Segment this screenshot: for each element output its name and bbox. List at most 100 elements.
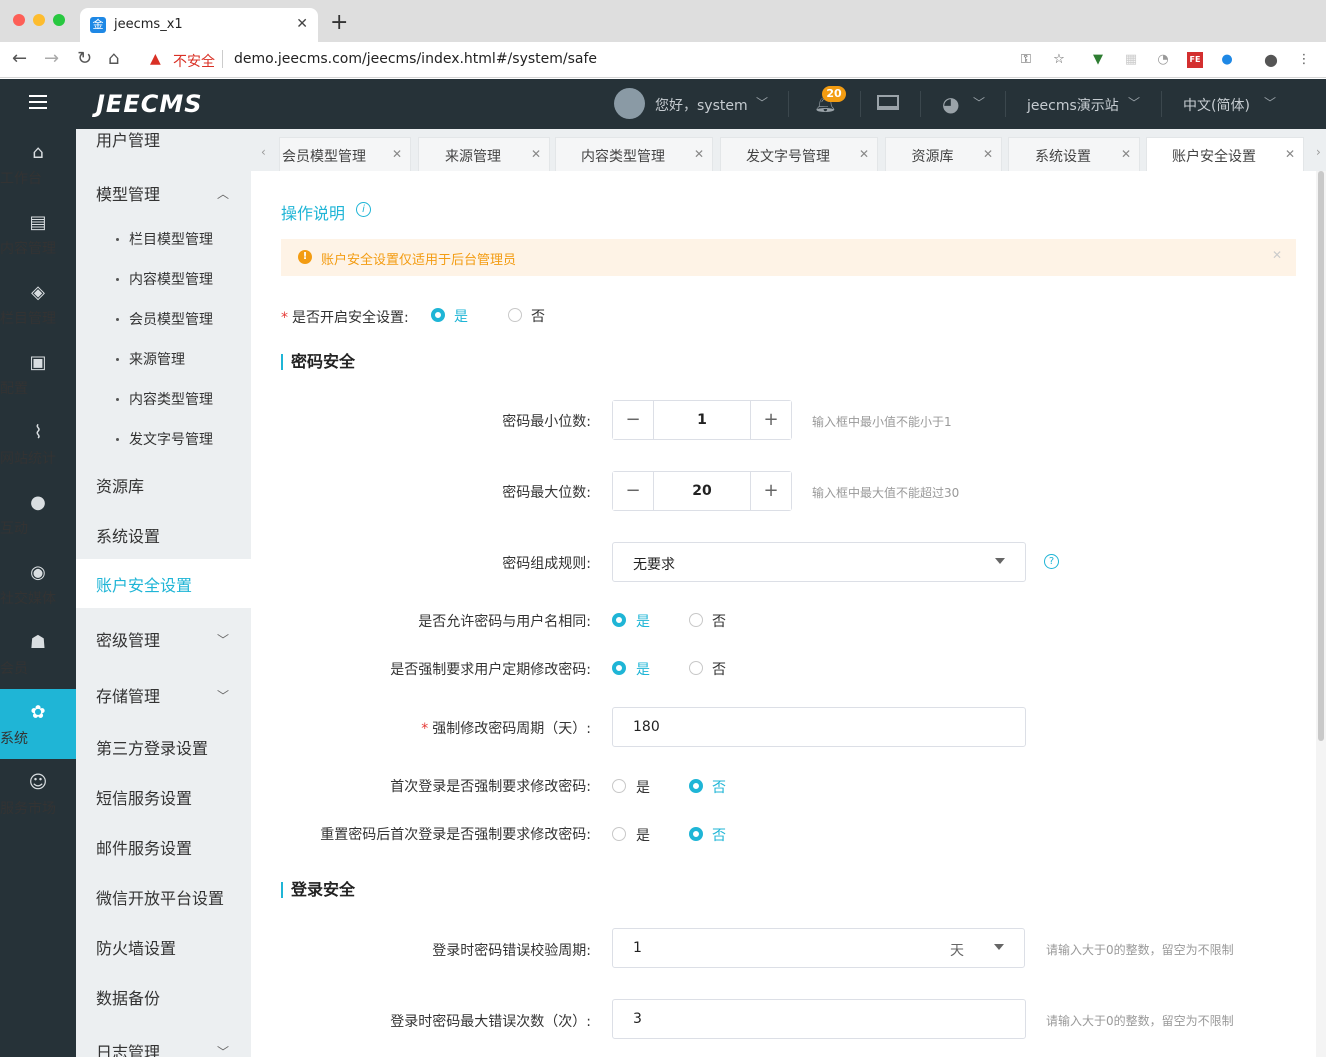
subnav-child[interactable]: 内容类型管理	[76, 389, 251, 409]
vue-devtools-icon[interactable]: ▼	[1090, 52, 1106, 68]
hamburger-menu-icon[interactable]	[29, 95, 47, 109]
maximize-window-button[interactable]	[53, 14, 65, 26]
radio-label[interactable]: 否	[712, 825, 726, 845]
tab-account-security[interactable]: 账户安全设置 ✕	[1146, 137, 1304, 171]
subnav-child[interactable]: 发文字号管理	[76, 429, 251, 449]
nav-workbench[interactable]: ⌂ 工作台	[0, 129, 76, 199]
same-username-no-radio[interactable]	[689, 613, 703, 627]
subnav-child[interactable]: 来源管理	[76, 349, 251, 369]
chevron-down-icon[interactable]: ﹀	[756, 94, 768, 111]
close-icon[interactable]: ✕	[531, 147, 541, 161]
minimize-window-button[interactable]	[33, 14, 45, 26]
subnav-child[interactable]: 内容模型管理	[76, 269, 251, 289]
subnav-sms[interactable]: 短信服务设置	[76, 785, 251, 809]
forward-arrow-icon[interactable]: →	[44, 48, 59, 69]
radio-label[interactable]: 否	[712, 777, 726, 797]
tab-doc-number[interactable]: 发文字号管理 ✕	[720, 137, 878, 171]
plus-button[interactable]: +	[750, 401, 791, 439]
extension-icon[interactable]: ▦	[1123, 52, 1139, 68]
home-icon[interactable]: ⌂	[108, 48, 119, 69]
info-icon[interactable]: i	[356, 202, 371, 217]
close-icon[interactable]: ✕	[1285, 147, 1295, 161]
new-tab-button[interactable]: +	[330, 10, 348, 35]
reset-login-yes-radio[interactable]	[612, 827, 626, 841]
subnav-account-security[interactable]: 账户安全设置	[76, 559, 251, 608]
password-rule-select[interactable]: 无要求	[612, 542, 1026, 582]
close-icon[interactable]: ✕	[983, 147, 993, 161]
main-scrollbar[interactable]	[1316, 171, 1326, 1057]
close-icon[interactable]: ✕	[1272, 248, 1282, 262]
radio-label[interactable]: 是	[636, 825, 650, 845]
nav-content[interactable]: ▤ 内容管理	[0, 199, 76, 269]
subnav-third-login[interactable]: 第三方登录设置	[76, 735, 251, 759]
insecure-label[interactable]: 不安全	[173, 51, 215, 71]
enable-no-radio[interactable]	[508, 308, 522, 322]
min-length-stepper[interactable]: − 1 +	[612, 400, 792, 440]
nav-config[interactable]: ▣ 配置	[0, 339, 76, 409]
site-selector[interactable]: jeecms演示站	[1027, 95, 1119, 115]
unit-select[interactable]: 天	[950, 940, 964, 960]
radio-label[interactable]: 否	[712, 659, 726, 679]
operation-description-link[interactable]: 操作说明	[281, 200, 345, 224]
plus-button[interactable]: +	[750, 472, 791, 510]
nav-interaction[interactable]: ● 互动	[0, 479, 76, 549]
subnav-wechat[interactable]: 微信开放平台设置	[76, 885, 251, 909]
tab-member-model[interactable]: 会员模型管理 ✕	[279, 137, 411, 171]
minus-button[interactable]: −	[613, 401, 654, 439]
menu-dots-icon[interactable]: ⋮	[1296, 52, 1312, 68]
help-icon[interactable]: ?	[1044, 554, 1059, 569]
user-greeting[interactable]: 您好，system	[655, 95, 748, 115]
enable-yes-radio[interactable]	[431, 308, 445, 322]
star-icon[interactable]: ☆	[1051, 52, 1067, 68]
radio-label[interactable]: 是	[636, 611, 650, 631]
scrollbar-thumb[interactable]	[1318, 171, 1324, 741]
tab-system-settings[interactable]: 系统设置 ✕	[1008, 137, 1140, 171]
radio-label[interactable]: 否	[531, 306, 545, 326]
close-window-button[interactable]	[13, 14, 25, 26]
subnav-model-mgmt[interactable]: 模型管理 ︿	[76, 181, 251, 205]
chevron-down-icon[interactable]: ﹀	[1264, 94, 1276, 111]
tab-scroll-right-icon[interactable]: ›	[1316, 145, 1321, 159]
first-login-yes-radio[interactable]	[612, 779, 626, 793]
fe-extension-icon[interactable]: FE	[1187, 52, 1203, 68]
first-login-no-radio[interactable]	[689, 779, 703, 793]
close-icon[interactable]: ✕	[392, 147, 402, 161]
subnav-user-mgmt[interactable]: 用户管理	[76, 129, 251, 151]
tab-scroll-left-icon[interactable]: ‹	[261, 145, 266, 159]
change-period-input[interactable]: 180	[612, 707, 1026, 747]
close-icon[interactable]: ✕	[859, 147, 869, 161]
subnav-child[interactable]: 栏目模型管理	[76, 229, 251, 249]
address-bar[interactable]: demo.jeecms.com/jeecms/index.html#/syste…	[234, 51, 597, 67]
subnav-firewall[interactable]: 防火墙设置	[76, 935, 251, 959]
stepper-value[interactable]: 20	[654, 483, 750, 499]
extension-clock-icon[interactable]: ◔	[1155, 52, 1171, 68]
radio-label[interactable]: 是	[454, 306, 468, 326]
language-selector[interactable]: 中文(简体)	[1183, 95, 1250, 115]
monitor-icon[interactable]	[877, 95, 899, 110]
subnav-system-settings[interactable]: 系统设置	[76, 523, 251, 547]
subnav-backup[interactable]: 数据备份	[76, 985, 251, 1009]
subnav-child[interactable]: 会员模型管理	[76, 309, 251, 329]
same-username-yes-radio[interactable]	[612, 613, 626, 627]
minus-button[interactable]: −	[613, 472, 654, 510]
profile-icon[interactable]: ●	[1263, 52, 1279, 68]
subnav-resource[interactable]: 资源库	[76, 473, 251, 497]
nav-social[interactable]: ◉ 社交媒体	[0, 549, 76, 619]
radio-label[interactable]: 是	[636, 777, 650, 797]
subnav-secret-level[interactable]: 密级管理 ﹀	[76, 627, 251, 651]
close-icon[interactable]: ✕	[296, 16, 308, 32]
nav-column[interactable]: ◈ 栏目管理	[0, 269, 76, 339]
nav-service-market[interactable]: ☺ 服务市场	[0, 759, 76, 829]
radio-label[interactable]: 否	[712, 611, 726, 631]
nav-stats[interactable]: ⌇ 网站统计	[0, 409, 76, 479]
close-icon[interactable]: ✕	[1121, 147, 1131, 161]
tab-source[interactable]: 来源管理 ✕	[418, 137, 550, 171]
force-change-no-radio[interactable]	[689, 661, 703, 675]
chevron-down-icon[interactable]: ﹀	[973, 94, 985, 111]
nav-system[interactable]: ✿ 系统	[0, 689, 76, 759]
max-length-stepper[interactable]: − 20 +	[612, 471, 792, 511]
close-icon[interactable]: ✕	[694, 147, 704, 161]
error-period-input[interactable]: 1 天	[612, 928, 1025, 968]
tab-content-type[interactable]: 内容类型管理 ✕	[555, 137, 713, 171]
subnav-log[interactable]: 日志管理 ﹀	[76, 1039, 251, 1057]
